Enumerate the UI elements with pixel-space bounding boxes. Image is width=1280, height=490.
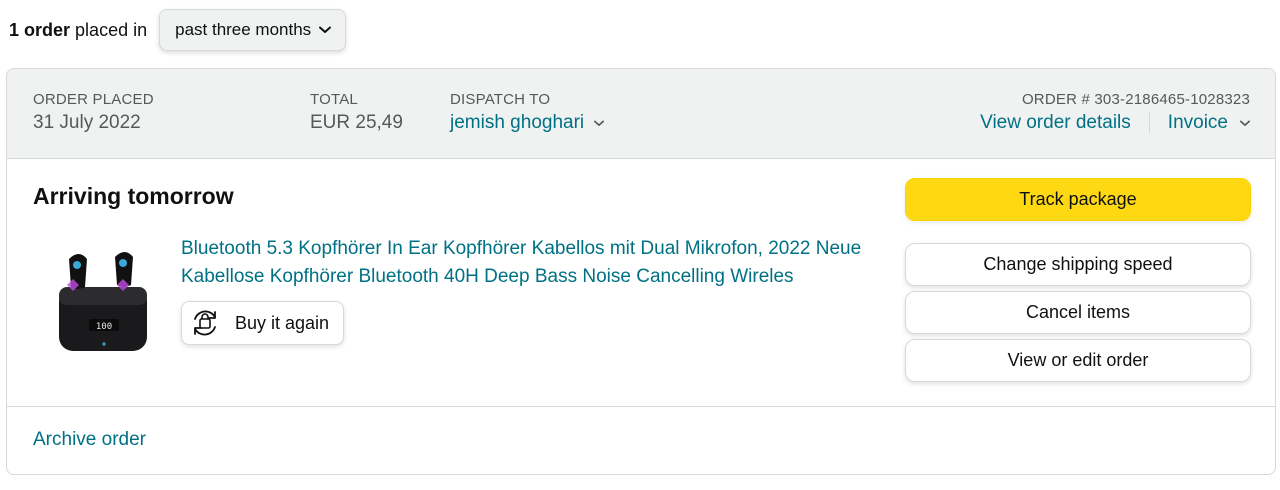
order-header: ORDER PLACED 31 July 2022 TOTAL EUR 25,4…: [7, 69, 1275, 159]
invoice-label: Invoice: [1167, 112, 1228, 133]
buy-again-label: Buy it again: [235, 312, 330, 333]
view-order-details-link[interactable]: View order details: [980, 112, 1131, 134]
dispatch-to-recipient-link[interactable]: jemish ghoghari: [450, 112, 605, 134]
buy-again-icon: [194, 310, 216, 336]
cancel-items-button[interactable]: Cancel items: [905, 291, 1251, 334]
order-total-label: TOTAL: [310, 91, 358, 108]
chevron-down-icon: [1240, 120, 1250, 126]
time-period-dropdown[interactable]: past three months: [159, 9, 347, 51]
archive-order-link[interactable]: Archive order: [33, 429, 146, 451]
link-divider: [1148, 113, 1150, 133]
product-display-text: 100: [96, 322, 112, 332]
delivery-status: Arriving tomorrow: [33, 183, 234, 209]
order-count: 1 order: [9, 19, 71, 40]
dispatch-to-group: DISPATCH TO jemish ghoghari: [450, 91, 605, 134]
order-card: ORDER PLACED 31 July 2022 TOTAL EUR 25,4…: [6, 68, 1276, 475]
view-edit-order-button[interactable]: View or edit order: [905, 339, 1251, 382]
placed-in-text: placed in: [75, 19, 148, 40]
order-actions: Track package Change shipping speed Canc…: [905, 178, 1251, 387]
orders-summary: 1 order placed in past three months: [9, 9, 347, 51]
order-placed-group: ORDER PLACED 31 July 2022: [33, 91, 154, 134]
buy-again-button[interactable]: Buy it again: [181, 301, 345, 345]
order-body: Arriving tomorrow 100 Bluetooth 5.3 Kopf…: [7, 159, 1275, 407]
order-number: ORDER # 303-2186465-1028323: [1021, 91, 1250, 108]
chevron-down-icon: [319, 26, 332, 33]
order-count-text: 1 order placed in: [9, 20, 147, 41]
product-image[interactable]: 100: [51, 241, 157, 359]
order-placed-date: 31 July 2022: [33, 112, 141, 133]
dispatch-to-name: jemish ghoghari: [450, 112, 585, 133]
invoice-dropdown[interactable]: Invoice: [1168, 112, 1250, 134]
product-title-link[interactable]: Bluetooth 5.3 Kopfhörer In Ear Kopfhörer…: [181, 235, 871, 291]
order-total-value: EUR 25,49: [310, 112, 403, 133]
order-links: View order details Invoice: [980, 112, 1250, 134]
order-number-group: ORDER # 303-2186465-1028323 View order d…: [980, 91, 1250, 134]
chevron-down-icon: [594, 120, 605, 126]
order-placed-label: ORDER PLACED: [33, 91, 154, 108]
time-period-value: past three months: [175, 20, 312, 39]
change-shipping-speed-button[interactable]: Change shipping speed: [905, 243, 1251, 286]
order-total-group: TOTAL EUR 25,49: [310, 91, 403, 134]
dispatch-to-label: DISPATCH TO: [450, 91, 551, 108]
track-package-button[interactable]: Track package: [905, 178, 1251, 221]
